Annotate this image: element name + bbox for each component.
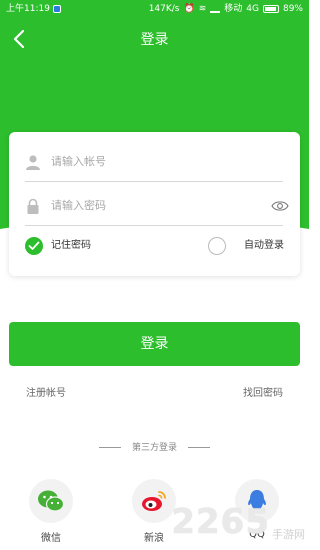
wechat-login-button[interactable] [29, 479, 73, 523]
watermark-logo: 2265 手游网 [171, 502, 305, 542]
auto-login-radio[interactable] [208, 237, 226, 255]
nav-bar: 登录 [0, 18, 309, 62]
status-bar: 上午11:19 147K/s ⏰ ≋ 移动 4G 89% [0, 0, 309, 18]
wifi-icon: ≋ [198, 4, 207, 14]
account-field[interactable]: 请输入帐号 [25, 142, 283, 182]
password-input-placeholder: 请输入密码 [51, 199, 106, 212]
login-form-card: 请输入帐号 请输入密码 记住密码 自动登录 [9, 132, 300, 276]
watermark-number: 2265 [171, 502, 270, 542]
user-icon [26, 155, 40, 170]
network-speed: 147K/s [148, 4, 180, 14]
register-link[interactable]: 注册帐号 [26, 384, 66, 399]
login-screen: 上午11:19 147K/s ⏰ ≋ 移动 4G 89% 登录 请输入帐号 请输… [0, 0, 309, 550]
login-options: 记住密码 自动登录 [25, 237, 284, 261]
divider-line-right [188, 447, 210, 448]
lock-icon [27, 198, 39, 214]
password-field[interactable]: 请输入密码 [25, 186, 289, 226]
remember-label: 记住密码 [51, 240, 91, 251]
carrier-name: 移动 [224, 4, 243, 14]
alarm-icon: ⏰ [183, 4, 195, 14]
forgot-password-link[interactable]: 找回密码 [243, 384, 283, 399]
third-party-divider: 第三方登录 [0, 441, 309, 455]
account-input-placeholder: 请输入帐号 [51, 155, 106, 168]
status-time: 上午11:19 [6, 4, 50, 14]
auto-login-label: 自动登录 [244, 240, 284, 251]
weibo-icon [142, 491, 166, 511]
wechat-label: 微信 [41, 533, 61, 544]
page-title: 登录 [140, 32, 169, 48]
remember-checkbox[interactable] [25, 237, 43, 255]
signal-icon [210, 5, 221, 13]
weibo-login-button[interactable] [132, 479, 176, 523]
battery-icon [262, 5, 279, 13]
app-notification-icon [52, 5, 61, 13]
watermark-text: 手游网 [272, 528, 305, 541]
third-party-title: 第三方登录 [131, 443, 177, 453]
battery-level: 89% [282, 4, 303, 14]
eye-icon[interactable] [271, 200, 289, 212]
login-button[interactable]: 登录 [9, 322, 300, 366]
network-type: 4G [246, 4, 259, 14]
wechat-icon [38, 490, 65, 512]
check-icon [28, 241, 40, 250]
